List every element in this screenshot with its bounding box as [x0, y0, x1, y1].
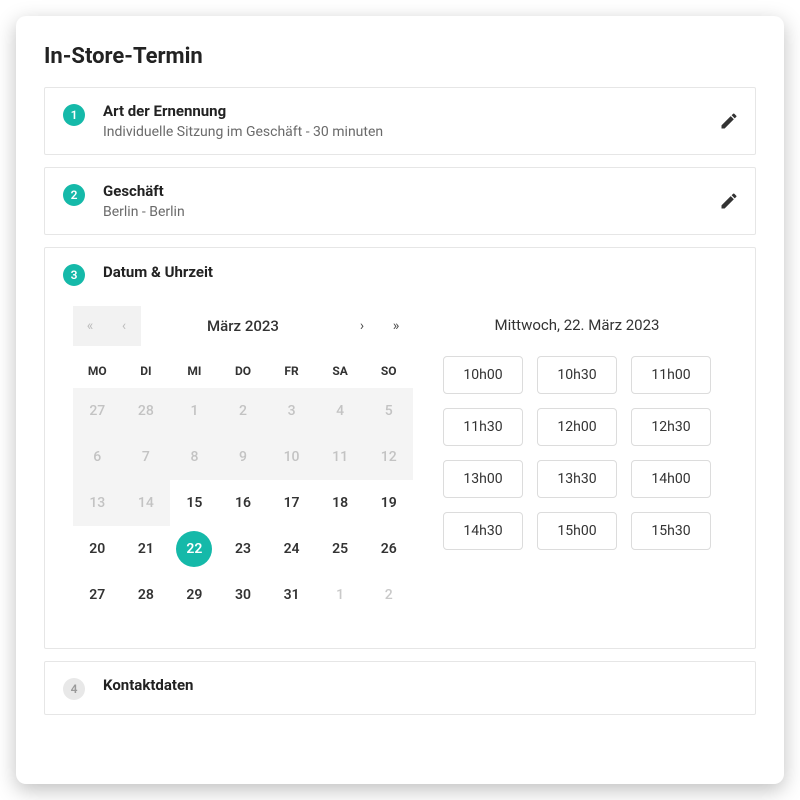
calendar-first-button[interactable]: « [73, 306, 107, 346]
calendar-day[interactable]: 17 [267, 480, 316, 526]
time-slot[interactable]: 14h00 [631, 460, 711, 498]
calendar-day[interactable]: 27 [73, 572, 122, 618]
calendar-day: 3 [267, 388, 316, 434]
calendar-dow: MI [170, 356, 219, 388]
step-datetime: 3 Datum & Uhrzeit « ‹ März 2023 › » MODI… [44, 247, 756, 649]
time-slot[interactable]: 13h00 [443, 460, 523, 498]
calendar-day: 6 [73, 434, 122, 480]
time-slot-grid: 10h00 10h30 11h00 11h30 12h00 12h30 13h00 13h30… [443, 356, 711, 550]
time-slot[interactable]: 15h30 [631, 512, 711, 550]
time-slot[interactable]: 12h00 [537, 408, 617, 446]
time-slot[interactable]: 13h30 [537, 460, 617, 498]
calendar-day[interactable]: 22 [170, 526, 219, 572]
step-badge-1: 1 [63, 104, 85, 126]
calendar-day[interactable]: 30 [219, 572, 268, 618]
calendar-day[interactable]: 25 [316, 526, 365, 572]
calendar-dow: SA [316, 356, 365, 388]
calendar-day[interactable]: 29 [170, 572, 219, 618]
calendar-prev-button[interactable]: ‹ [107, 306, 141, 346]
step-store: 2 Geschäft Berlin - Berlin [44, 167, 756, 235]
step-contact: 4 Kontaktdaten [44, 661, 756, 715]
calendar-day: 2 [364, 572, 413, 618]
calendar-dow: SO [364, 356, 413, 388]
calendar-header: « ‹ März 2023 › » [73, 306, 413, 346]
calendar-day: 12 [364, 434, 413, 480]
step-appointment-type: 1 Art der Ernennung Individuelle Sitzung… [44, 87, 756, 155]
calendar: « ‹ März 2023 › » MODIMIDOFRSASO27281234… [73, 306, 413, 618]
selected-date-label: Mittwoch, 22. März 2023 [495, 316, 660, 334]
calendar-day: 1 [316, 572, 365, 618]
calendar-day[interactable]: 16 [219, 480, 268, 526]
step-body: Art der Ernennung Individuelle Sitzung i… [103, 102, 737, 140]
step-badge-4: 4 [63, 678, 85, 700]
time-slot[interactable]: 10h00 [443, 356, 523, 394]
edit-icon[interactable] [719, 191, 739, 211]
calendar-day: 4 [316, 388, 365, 434]
time-slot[interactable]: 10h30 [537, 356, 617, 394]
step-sub: Individuelle Sitzung im Geschäft - 30 mi… [103, 124, 737, 140]
calendar-day: 13 [73, 480, 122, 526]
calendar-day[interactable]: 19 [364, 480, 413, 526]
time-slot[interactable]: 11h30 [443, 408, 523, 446]
calendar-day: 2 [219, 388, 268, 434]
calendar-dow: MO [73, 356, 122, 388]
calendar-day: 5 [364, 388, 413, 434]
step-heading: Kontaktdaten [103, 676, 737, 694]
calendar-day: 9 [219, 434, 268, 480]
calendar-day: 11 [316, 434, 365, 480]
calendar-last-button[interactable]: » [379, 306, 413, 346]
calendar-day: 14 [122, 480, 171, 526]
calendar-day: 7 [122, 434, 171, 480]
calendar-day: 27 [73, 388, 122, 434]
calendar-day: 1 [170, 388, 219, 434]
calendar-day[interactable]: 26 [364, 526, 413, 572]
calendar-dow: FR [267, 356, 316, 388]
step-badge-2: 2 [63, 184, 85, 206]
calendar-day[interactable]: 31 [267, 572, 316, 618]
calendar-dow: DO [219, 356, 268, 388]
calendar-day[interactable]: 18 [316, 480, 365, 526]
calendar-day: 10 [267, 434, 316, 480]
calendar-day: 8 [170, 434, 219, 480]
time-slot[interactable]: 11h00 [631, 356, 711, 394]
page-title: In-Store-Termin [44, 44, 756, 69]
step-heading: Art der Ernennung [103, 102, 737, 120]
calendar-day[interactable]: 28 [122, 572, 171, 618]
calendar-dow: DI [122, 356, 171, 388]
step-body: Kontaktdaten [103, 676, 737, 698]
time-slot[interactable]: 15h00 [537, 512, 617, 550]
calendar-grid: MODIMIDOFRSASO27281234567891011121314151… [73, 356, 413, 618]
calendar-day: 28 [122, 388, 171, 434]
datetime-picker: « ‹ März 2023 › » MODIMIDOFRSASO27281234… [63, 286, 721, 648]
step-heading: Datum & Uhrzeit [103, 263, 213, 281]
step-body: Geschäft Berlin - Berlin [103, 182, 737, 220]
step-badge-3: 3 [63, 264, 85, 286]
step-sub: Berlin - Berlin [103, 204, 737, 220]
time-slot[interactable]: 12h30 [631, 408, 711, 446]
edit-icon[interactable] [719, 111, 739, 131]
time-slot[interactable]: 14h30 [443, 512, 523, 550]
time-slot-panel: Mittwoch, 22. März 2023 10h0010h3011h001… [443, 306, 711, 618]
calendar-month-label: März 2023 [141, 317, 345, 335]
calendar-day[interactable]: 24 [267, 526, 316, 572]
calendar-day[interactable]: 15 [170, 480, 219, 526]
calendar-day[interactable]: 23 [219, 526, 268, 572]
calendar-day[interactable]: 20 [73, 526, 122, 572]
appointment-card: In-Store-Termin 1 Art der Ernennung Indi… [16, 16, 784, 784]
calendar-next-button[interactable]: › [345, 306, 379, 346]
calendar-day[interactable]: 21 [122, 526, 171, 572]
step-heading: Geschäft [103, 182, 737, 200]
